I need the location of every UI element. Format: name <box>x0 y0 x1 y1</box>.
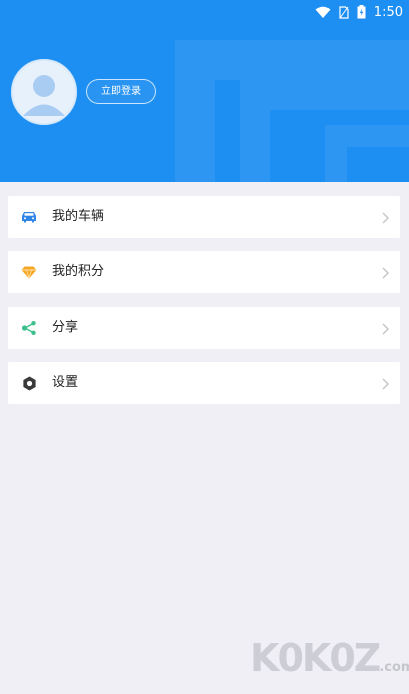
watermark-suffix: .com <box>379 660 409 675</box>
wifi-icon <box>315 6 331 19</box>
menu-item-vehicles[interactable]: 我的车辆 <box>8 196 400 238</box>
watermark: K0K0Z.com <box>250 636 409 680</box>
chevron-right-icon <box>380 210 390 224</box>
menu-item-points[interactable]: 我的积分 <box>8 251 400 293</box>
login-button[interactable]: 立即登录 <box>86 79 156 104</box>
header-decoration <box>325 125 409 182</box>
clock: 1:50 <box>373 4 403 20</box>
menu-item-label: 我的车辆 <box>52 209 105 224</box>
menu-item-label: 设置 <box>52 375 79 390</box>
settings-icon <box>20 374 38 392</box>
menu-item-label: 分享 <box>52 320 79 335</box>
battery-icon <box>357 5 366 19</box>
status-bar: 1:50 <box>315 2 403 22</box>
avatar[interactable] <box>11 59 77 125</box>
menu-item-settings[interactable]: 设置 <box>8 362 400 404</box>
chevron-right-icon <box>380 376 390 390</box>
avatar-placeholder-icon <box>13 61 75 123</box>
share-icon <box>20 319 38 337</box>
car-icon <box>20 208 38 226</box>
profile-header: 1:50 立即登录 <box>0 0 409 182</box>
menu-item-share[interactable]: 分享 <box>8 307 400 349</box>
gem-icon <box>20 263 38 281</box>
chevron-right-icon <box>380 321 390 335</box>
sim-icon <box>339 5 349 19</box>
menu-item-label: 我的积分 <box>52 264 105 279</box>
chevron-right-icon <box>380 265 390 279</box>
watermark-text: K0K0Z <box>250 636 381 680</box>
